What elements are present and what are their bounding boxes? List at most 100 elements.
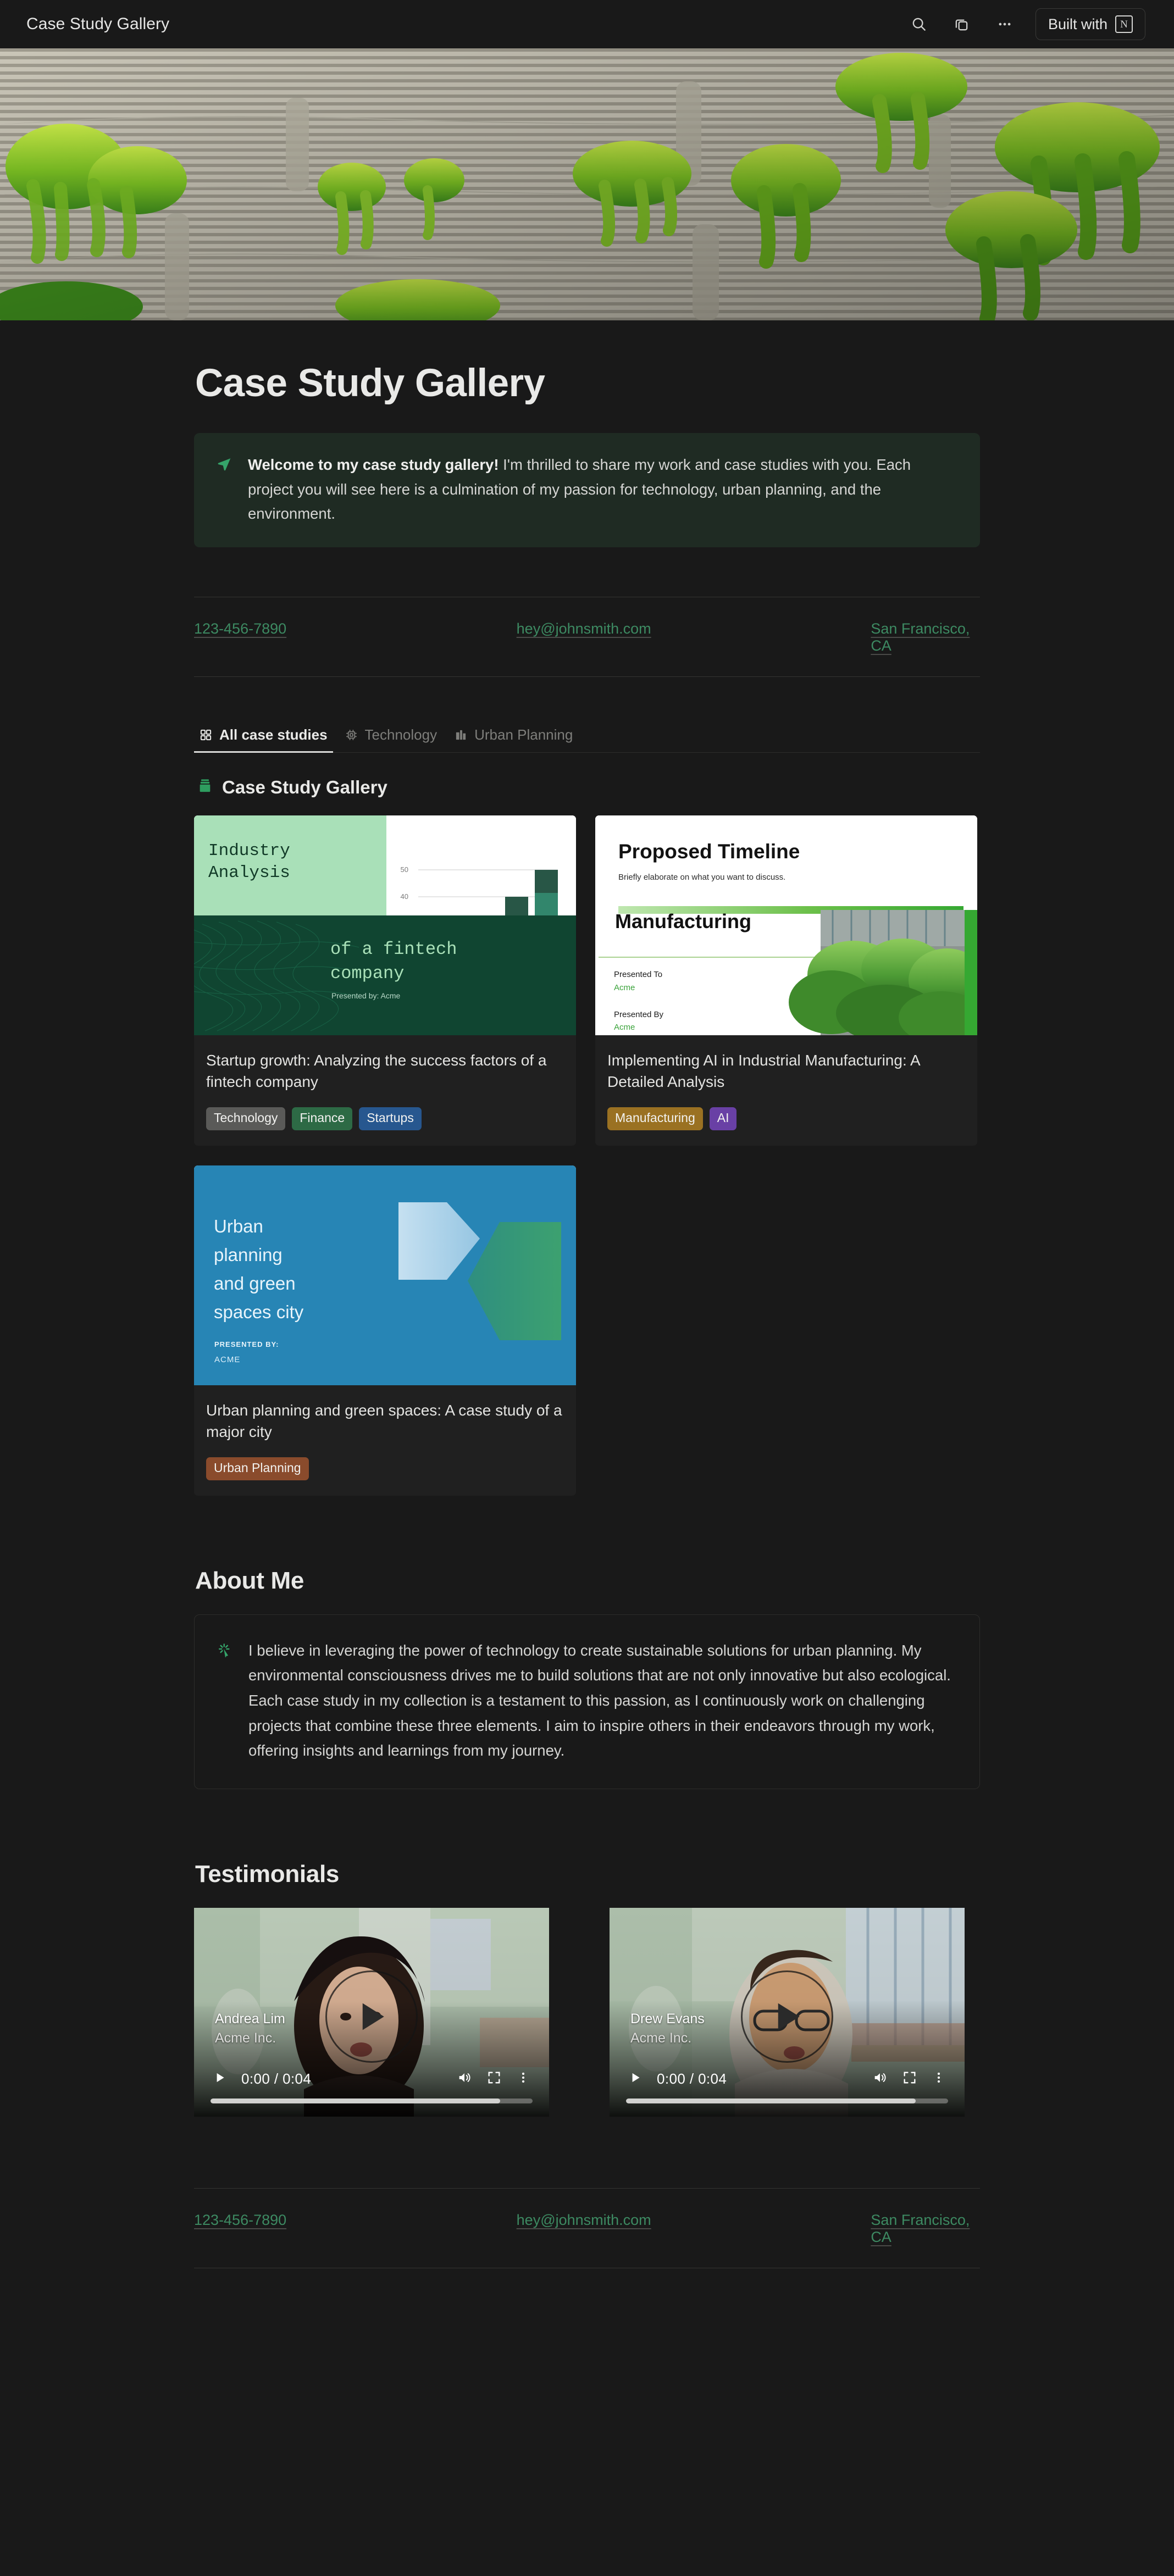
card-title: Urban planning and green spaces: A case … bbox=[206, 1401, 562, 1441]
video-center-play-button[interactable] bbox=[741, 1970, 833, 2063]
contact-location-cell: San Francisco, CA bbox=[718, 620, 980, 654]
thumb-headline-line1: of a fintech bbox=[330, 939, 457, 959]
page-title: Case Study Gallery bbox=[195, 362, 545, 405]
duplicate-icon[interactable] bbox=[950, 12, 974, 36]
card-tag[interactable]: Manufacturing bbox=[607, 1107, 703, 1130]
testimonials-heading: Testimonials bbox=[195, 1861, 340, 1888]
footer-spacer bbox=[194, 2268, 980, 2400]
card-tag-row: Urban Planning bbox=[206, 1457, 564, 1480]
fullscreen-icon[interactable] bbox=[486, 2070, 502, 2088]
card-thumbnail-fintech: Industry Analysis 50 40 of a fintech com… bbox=[194, 815, 576, 1035]
thumb-section: Manufacturing bbox=[615, 910, 751, 932]
card-title: Implementing AI in Industrial Manufactur… bbox=[607, 1051, 920, 1091]
top-bar: Case Study Gallery Built with N bbox=[0, 0, 1174, 48]
thumb-panel-title-line2: Analysis bbox=[208, 863, 290, 882]
svg-text:50: 50 bbox=[401, 865, 408, 874]
fullscreen-icon[interactable] bbox=[902, 2070, 917, 2088]
footer-phone-link[interactable]: 123-456-7890 bbox=[194, 2212, 286, 2229]
video-center-play-button[interactable] bbox=[325, 1970, 418, 2063]
search-icon[interactable] bbox=[907, 12, 931, 36]
gallery-heading: Case Study Gallery bbox=[197, 777, 980, 798]
thumb-headline-3: and green bbox=[214, 1273, 296, 1293]
thumb-presented-by: Acme bbox=[614, 1023, 635, 1032]
card-tag[interactable]: Startups bbox=[359, 1107, 422, 1130]
thumb-headline-line2: company bbox=[330, 963, 404, 984]
card-tag[interactable]: Urban Planning bbox=[206, 1457, 309, 1480]
footer-email-cell: hey@johnsmith.com bbox=[456, 2212, 718, 2246]
built-with-label: Built with bbox=[1048, 15, 1107, 32]
card-tag[interactable]: AI bbox=[709, 1107, 737, 1130]
thumb-heading: Proposed Timeline bbox=[618, 840, 800, 863]
footer-contact-row: 123-456-7890 hey@johnsmith.com San Franc… bbox=[194, 2189, 980, 2268]
footer-email-link[interactable]: hey@johnsmith.com bbox=[517, 2212, 651, 2229]
more-options-icon[interactable] bbox=[932, 2070, 946, 2088]
card-thumbnail-timeline: Proposed Timeline Briefly elaborate on w… bbox=[595, 815, 977, 1035]
card-body: Urban planning and green spaces: A case … bbox=[194, 1385, 576, 1496]
tab-all-case-studies[interactable]: All case studies bbox=[194, 720, 340, 753]
testimonial-video-player[interactable]: Andrea Lim Acme Inc. 0:00 / 0:04 bbox=[194, 1908, 549, 2117]
video-speaker-name: Andrea Lim bbox=[215, 2011, 285, 2027]
tab-technology[interactable]: Technology bbox=[340, 720, 450, 752]
contact-phone-link[interactable]: 123-456-7890 bbox=[194, 620, 286, 637]
contact-links-row: 123-456-7890 hey@johnsmith.com San Franc… bbox=[194, 597, 980, 676]
case-study-card[interactable]: Proposed Timeline Briefly elaborate on w… bbox=[595, 815, 977, 1146]
card-body: Implementing AI in Industrial Manufactur… bbox=[595, 1035, 977, 1146]
video-progress-bar[interactable] bbox=[626, 2098, 948, 2104]
footer-location-cell: San Francisco, CA bbox=[718, 2212, 980, 2246]
case-study-card[interactable]: Urban planning and green spaces city PRE… bbox=[194, 1165, 576, 1496]
thumb-headline-1: Urban bbox=[214, 1216, 263, 1236]
welcome-callout-text: Welcome to my case study gallery! I'm th… bbox=[248, 453, 951, 526]
volume-icon[interactable] bbox=[872, 2070, 888, 2088]
video-caption: Andrea Lim Acme Inc. bbox=[215, 2011, 285, 2046]
hero-cover-image bbox=[0, 48, 1174, 320]
card-title: Startup growth: Analyzing the success fa… bbox=[206, 1051, 547, 1091]
topbar-title: Case Study Gallery bbox=[26, 15, 170, 33]
video-speaker-name: Drew Evans bbox=[630, 2011, 705, 2027]
card-body: Startup growth: Analyzing the success fa… bbox=[194, 1035, 576, 1146]
volume-icon[interactable] bbox=[457, 2070, 472, 2088]
card-tag[interactable]: Technology bbox=[206, 1107, 286, 1130]
thumb-presented-to-label: Presented To bbox=[614, 970, 662, 979]
thumb-panel-title-line1: Industry bbox=[208, 841, 290, 860]
about-box: I believe in leveraging the power of tec… bbox=[194, 1614, 980, 1790]
urban-deck-illustration: Urban planning and green spaces city PRE… bbox=[194, 1165, 576, 1385]
more-options-icon[interactable] bbox=[993, 12, 1017, 36]
thumb-presenter: ACME bbox=[214, 1355, 240, 1364]
footer-phone-cell: 123-456-7890 bbox=[194, 2212, 456, 2246]
about-text: I believe in leveraging the power of tec… bbox=[248, 1641, 951, 1759]
chip-icon bbox=[345, 729, 358, 741]
contact-email-link[interactable]: hey@johnsmith.com bbox=[517, 620, 651, 637]
video-speaker-company: Acme Inc. bbox=[215, 2030, 276, 2046]
card-tag[interactable]: Finance bbox=[292, 1107, 353, 1130]
video-progress-fill bbox=[211, 2098, 501, 2104]
case-study-card[interactable]: Industry Analysis 50 40 of a fintech com… bbox=[194, 815, 576, 1146]
thumb-headline-4: spaces city bbox=[214, 1302, 304, 1322]
contact-location-link[interactable]: San Francisco, CA bbox=[871, 620, 980, 654]
play-icon[interactable] bbox=[628, 2070, 643, 2088]
video-progress-fill bbox=[626, 2098, 916, 2104]
gallery-heading-title: Case Study Gallery bbox=[222, 776, 387, 797]
contact-email-cell: hey@johnsmith.com bbox=[456, 620, 718, 654]
more-options-icon[interactable] bbox=[516, 2070, 530, 2088]
tab-urban-planning[interactable]: Urban Planning bbox=[449, 720, 585, 752]
play-icon[interactable] bbox=[213, 2070, 227, 2088]
card-thumbnail-urban: Urban planning and green spaces city PRE… bbox=[194, 1165, 576, 1385]
video-caption: Drew Evans Acme Inc. bbox=[630, 2011, 705, 2046]
gallery-view-tabs: All case studies Technology Urban Planni… bbox=[194, 720, 980, 753]
thumb-presented-to: Acme bbox=[614, 983, 635, 992]
built-with-button[interactable]: Built with N bbox=[1035, 8, 1145, 40]
building-icon bbox=[455, 729, 467, 741]
grid-icon bbox=[200, 729, 212, 741]
video-progress-bar[interactable] bbox=[211, 2098, 533, 2104]
testimonial-video-player[interactable]: Drew Evans Acme Inc. 0:00 / 0:04 bbox=[610, 1908, 965, 2117]
hero-illustration bbox=[0, 48, 1174, 320]
testimonial-video-grid: Andrea Lim Acme Inc. 0:00 / 0:04 Drew Ev… bbox=[194, 1908, 980, 2117]
thumb-presenter: Presented by: Acme bbox=[331, 991, 401, 1000]
svg-text:40: 40 bbox=[401, 892, 408, 901]
footer-location-link[interactable]: San Francisco, CA bbox=[871, 2212, 980, 2246]
contact-phone-cell: 123-456-7890 bbox=[194, 620, 456, 654]
